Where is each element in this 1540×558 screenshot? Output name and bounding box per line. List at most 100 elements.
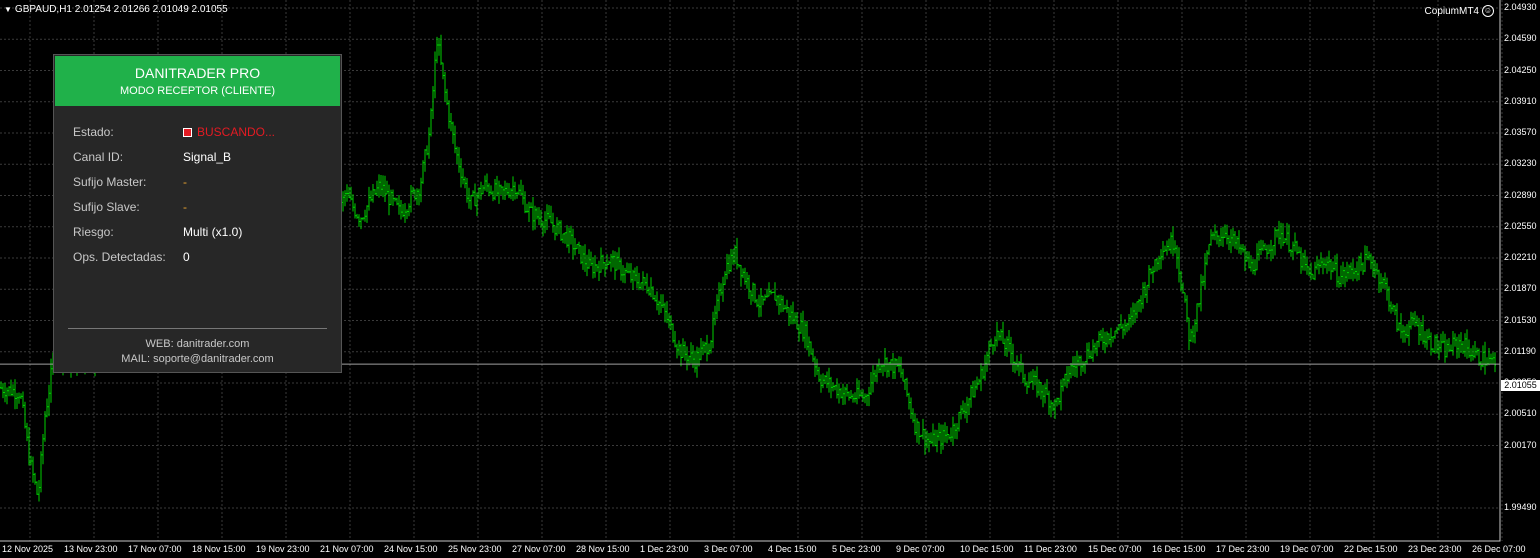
web-link[interactable]: WEB: danitrader.com (54, 338, 341, 350)
price-tick-label: 2.03570 (1504, 127, 1537, 137)
price-bar (784, 304, 786, 310)
price-bar (1148, 265, 1150, 289)
price-bar (622, 265, 624, 283)
price-bar (636, 266, 638, 289)
price-bar (1358, 255, 1360, 281)
price-bar (1228, 235, 1230, 250)
price-bar (374, 189, 376, 196)
time-tick-label: 24 Nov 15:00 (384, 544, 438, 554)
price-bar (474, 183, 476, 207)
price-bar (1104, 331, 1106, 354)
price-bar (1174, 240, 1176, 254)
price-bar (536, 207, 538, 220)
price-bar (616, 252, 618, 271)
time-tick-label: 9 Dec 07:00 (896, 544, 945, 554)
brand-label: CopiumMT4 ☺ (1425, 5, 1494, 17)
price-bar (384, 175, 386, 202)
mail-link[interactable]: MAIL: soporte@danitrader.com (54, 353, 341, 365)
price-bar (6, 387, 8, 405)
price-bar (770, 289, 772, 295)
time-tick-label: 17 Dec 23:00 (1216, 544, 1270, 554)
price-bar (788, 307, 790, 326)
price-bar (1250, 255, 1252, 272)
price-bar (1110, 327, 1112, 348)
price-bar (480, 181, 482, 200)
price-bar (608, 260, 610, 265)
price-bar (1398, 322, 1400, 331)
time-tick-label: 17 Nov 07:00 (128, 544, 182, 554)
time-tick-label: 23 Dec 23:00 (1408, 544, 1462, 554)
symbol-info: ▼ GBPAUD,H1 2.01254 2.01266 2.01049 2.01… (4, 4, 228, 15)
price-bar (968, 398, 970, 415)
price-bar (1082, 361, 1084, 372)
price-bar (1370, 253, 1372, 270)
price-bar (362, 217, 364, 221)
price-bar (1022, 362, 1024, 384)
price-bar (730, 248, 732, 272)
price-bar (1428, 328, 1430, 340)
price-bar (424, 149, 426, 172)
price-bar (1004, 338, 1006, 356)
price-bar (1406, 324, 1408, 339)
price-bar (1158, 255, 1160, 270)
price-bar (1424, 331, 1426, 348)
price-bar (854, 392, 856, 403)
price-bar (1088, 342, 1090, 359)
price-bar (1146, 284, 1148, 303)
price-bar (1378, 269, 1380, 293)
price-bar (868, 386, 870, 407)
price-bar (858, 380, 860, 399)
price-bar (1418, 317, 1420, 345)
price-bar (1074, 356, 1076, 377)
price-bar (1278, 220, 1280, 245)
price-bar (1302, 252, 1304, 271)
price-bar (998, 330, 1000, 341)
price-bar (1026, 381, 1028, 394)
price-bar (1064, 373, 1066, 387)
price-bar (1042, 385, 1044, 408)
price-bar (800, 312, 802, 334)
price-bar (1388, 286, 1390, 312)
price-bar (982, 366, 984, 380)
price-bar (2, 383, 4, 399)
price-bar (1426, 329, 1428, 350)
price-bar (506, 182, 508, 196)
price-bar (1364, 245, 1366, 272)
price-bar (980, 363, 982, 392)
price-bar (856, 378, 858, 405)
price-bar (1492, 352, 1494, 365)
price-bar (356, 213, 358, 219)
price-bar (744, 267, 746, 285)
price-bar (1260, 239, 1262, 255)
price-bar (46, 398, 48, 418)
price-bar (1320, 252, 1322, 268)
price-bar (464, 176, 466, 189)
price-bar (832, 382, 834, 392)
price-bar (580, 245, 582, 265)
price-bar (1058, 397, 1060, 405)
price-bar (678, 340, 680, 356)
price-bar (634, 267, 636, 282)
price-bar (1086, 342, 1088, 365)
price-bar (1084, 361, 1086, 374)
ops-detectadas-value: 0 (183, 250, 190, 264)
price-bar (740, 264, 742, 287)
price-bar (398, 195, 400, 215)
price-bar (1062, 378, 1064, 392)
price-bar (1450, 344, 1452, 352)
price-bar (714, 305, 716, 326)
dropdown-triangle-icon[interactable]: ▼ (4, 5, 12, 14)
price-bar (1272, 245, 1274, 259)
price-bar (934, 429, 936, 447)
price-bar (1160, 249, 1162, 270)
smiley-icon: ☺ (1482, 5, 1494, 17)
price-bar (1214, 224, 1216, 241)
price-bar (1430, 332, 1432, 356)
price-bar (1290, 249, 1292, 257)
price-bar (1106, 331, 1108, 348)
price-bar (468, 187, 470, 209)
price-bar (1128, 314, 1130, 331)
price-bar (760, 288, 762, 317)
price-bar (1002, 321, 1004, 344)
price-bar (426, 145, 428, 156)
